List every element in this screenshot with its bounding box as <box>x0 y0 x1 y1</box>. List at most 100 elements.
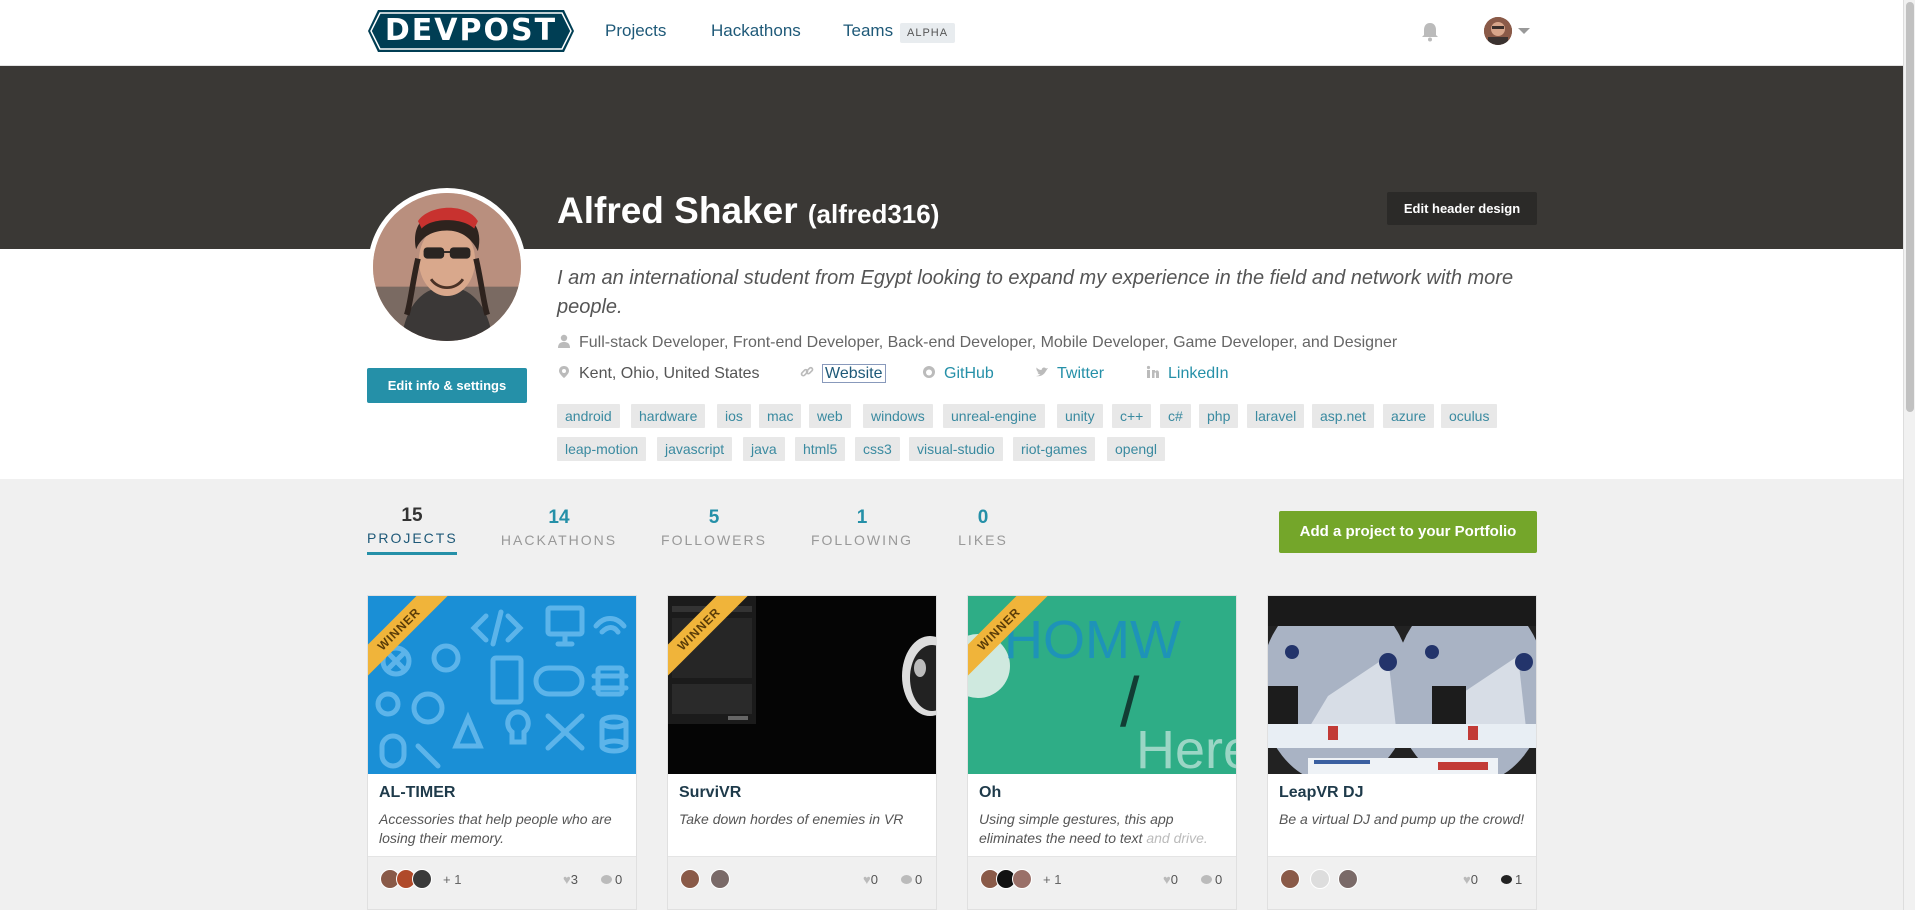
add-project-button[interactable]: Add a project to your Portfolio <box>1279 511 1537 553</box>
extra-members-count: + 1 <box>1043 872 1062 887</box>
github-link-text[interactable]: GitHub <box>944 365 994 382</box>
tag-ios[interactable]: ios <box>717 404 751 428</box>
comment-count[interactable]: 0 <box>601 872 622 887</box>
project-thumbnail <box>1268 596 1536 774</box>
tag-riot-games[interactable]: riot-games <box>1013 437 1096 461</box>
like-count[interactable]: ♥0 <box>863 872 878 887</box>
stat-followers[interactable]: 5 FOLLOWERS <box>658 507 770 548</box>
tag-laravel[interactable]: laravel <box>1247 404 1305 428</box>
twitter-icon <box>1036 367 1048 377</box>
tag-visual-studio[interactable]: visual-studio <box>909 437 1003 461</box>
linkedin-link-text[interactable]: LinkedIn <box>1168 365 1229 382</box>
stat-likes-count: 0 <box>977 507 989 528</box>
member-avatar[interactable] <box>1012 869 1032 889</box>
tag-leap-motion[interactable]: leap-motion <box>557 437 647 461</box>
member-avatar[interactable] <box>680 869 700 889</box>
project-tagline: Take down hordes of enemies in VR <box>679 811 904 827</box>
twitter-link-text[interactable]: Twitter <box>1057 365 1104 382</box>
member-avatar-placeholder[interactable] <box>1310 869 1330 889</box>
comment-icon <box>1201 875 1212 884</box>
profile-avatar <box>368 188 526 346</box>
tag-unreal-engine[interactable]: unreal-engine <box>943 404 1045 428</box>
active-tab-underline <box>367 552 457 555</box>
project-title[interactable]: Oh <box>979 784 1001 802</box>
tag-aspnet[interactable]: asp.net <box>1312 404 1374 428</box>
devpost-logo[interactable]: DEVPOST <box>368 10 574 52</box>
tag-csharp[interactable]: c# <box>1160 404 1191 428</box>
project-tagline: Be a virtual DJ and pump up the crowd! <box>1279 811 1525 827</box>
website-link[interactable]: Website <box>800 364 886 383</box>
tag-cpp[interactable]: c++ <box>1112 404 1152 428</box>
like-count[interactable]: ♥0 <box>1463 872 1478 887</box>
project-thumbnail: WINNER <box>668 596 936 774</box>
stat-projects[interactable]: 15 PROJECTS <box>367 505 457 546</box>
user-avatar-menu[interactable] <box>1484 17 1512 45</box>
website-link-text[interactable]: Website <box>822 364 886 383</box>
tag-mac[interactable]: mac <box>759 404 802 428</box>
tag-web[interactable]: web <box>809 404 851 428</box>
logo-text: DEVPOST <box>384 13 558 48</box>
tag-opengl[interactable]: opengl <box>1107 437 1166 461</box>
comment-icon <box>601 875 612 884</box>
twitter-link[interactable]: Twitter <box>1035 365 1104 383</box>
like-count[interactable]: ♥3 <box>563 872 578 887</box>
heart-icon: ♥ <box>1163 872 1171 887</box>
comment-count[interactable]: 0 <box>901 872 922 887</box>
star-icon <box>1196 612 1237 774</box>
project-card[interactable]: HOMW / Here WINNER Oh Using simple gestu… <box>967 595 1237 910</box>
star-icon <box>596 612 637 774</box>
edit-header-design-button[interactable]: Edit header design <box>1387 192 1537 225</box>
tag-unity[interactable]: unity <box>1057 404 1103 428</box>
tag-java[interactable]: java <box>743 437 785 461</box>
project-card[interactable]: WINNER SurviVR Take down hordes of enemi… <box>667 595 937 910</box>
project-card[interactable]: LeapVR DJ Be a virtual DJ and pump up th… <box>1267 595 1537 910</box>
member-avatar[interactable] <box>412 869 432 889</box>
project-title[interactable]: AL-TIMER <box>379 784 455 802</box>
tag-azure[interactable]: azure <box>1383 404 1435 428</box>
member-avatar[interactable] <box>1338 869 1358 889</box>
tag-css3[interactable]: css3 <box>855 437 900 461</box>
comment-count[interactable]: 1 <box>1501 872 1522 887</box>
project-tagline: Accessories that help people who are los… <box>379 811 612 846</box>
stat-following-label: FOLLOWING <box>810 532 913 548</box>
stat-projects-label: PROJECTS <box>367 530 458 546</box>
top-navbar: DEVPOST Projects Hackathons Teams ALPHA <box>0 0 1903 66</box>
nav-projects-link[interactable]: Projects <box>605 21 666 41</box>
scrollbar-thumb[interactable] <box>1906 2 1914 412</box>
stat-hackathons-count: 14 <box>548 507 570 528</box>
nav-teams-link[interactable]: Teams <box>843 21 893 41</box>
tag-php[interactable]: php <box>1199 404 1239 428</box>
member-avatar[interactable] <box>710 869 730 889</box>
heart-icon: ♥ <box>1463 872 1471 887</box>
tag-javascript[interactable]: javascript <box>657 437 733 461</box>
comment-count-value: 0 <box>1215 872 1223 887</box>
notifications-bell-icon[interactable] <box>1419 21 1441 43</box>
linkedin-link[interactable]: LinkedIn <box>1146 365 1229 383</box>
nav-hackathons-link[interactable]: Hackathons <box>711 21 801 41</box>
edit-info-settings-button[interactable]: Edit info & settings <box>367 368 527 403</box>
thumb-text-top: HOMW <box>1004 610 1181 670</box>
tag-windows[interactable]: windows <box>863 404 933 428</box>
github-icon <box>923 366 935 378</box>
tag-oculus[interactable]: oculus <box>1441 404 1498 428</box>
user-menu-chevron-down-icon[interactable] <box>1518 28 1530 34</box>
like-count-value: 0 <box>1470 872 1478 887</box>
heart-icon: ♥ <box>563 872 571 887</box>
member-avatar[interactable] <box>1280 869 1300 889</box>
like-count[interactable]: ♥0 <box>1163 872 1178 887</box>
tag-hardware[interactable]: hardware <box>631 404 706 428</box>
project-card[interactable]: WINNER AL-TIMER Accessories that help pe… <box>367 595 637 910</box>
comment-icon <box>1501 875 1512 884</box>
tag-android[interactable]: android <box>557 404 620 428</box>
project-title[interactable]: SurviVR <box>679 784 741 802</box>
github-link[interactable]: GitHub <box>922 365 994 383</box>
project-card-footer <box>668 856 936 909</box>
stat-following[interactable]: 1 FOLLOWING <box>809 507 915 548</box>
page-scrollbar[interactable] <box>1903 0 1915 910</box>
roles-text: Full-stack Developer, Front-end Develope… <box>579 334 1398 351</box>
project-title[interactable]: LeapVR DJ <box>1279 784 1363 802</box>
stat-likes[interactable]: 0 LIKES <box>955 507 1011 548</box>
tag-html5[interactable]: html5 <box>795 437 846 461</box>
stat-hackathons[interactable]: 14 HACKATHONS <box>497 507 621 548</box>
comment-count[interactable]: 0 <box>1201 872 1222 887</box>
